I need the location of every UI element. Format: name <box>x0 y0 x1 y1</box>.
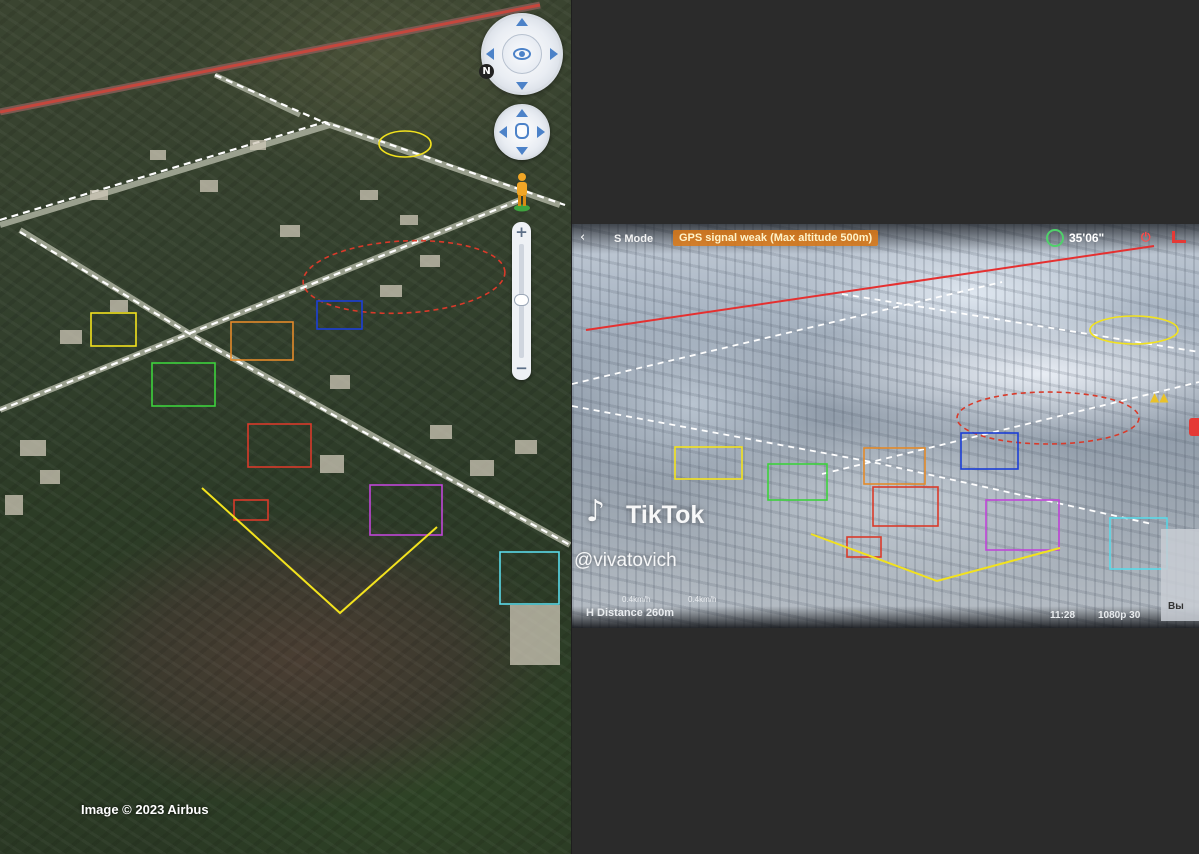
warning-icon: ▲▲ <box>1150 390 1169 404</box>
sat-yellow-box <box>90 312 137 347</box>
move-down-arrow-icon[interactable] <box>516 147 528 155</box>
sat-red-small-box <box>233 499 269 521</box>
tiktok-brand-text: TikTok <box>626 501 705 529</box>
look-right-arrow-icon[interactable] <box>550 48 558 60</box>
sat-red-box <box>247 423 312 468</box>
zoom-slider[interactable]: + − <box>512 222 531 380</box>
drone-dashed-line-mid <box>572 281 1003 385</box>
look-up-arrow-icon[interactable] <box>516 18 528 26</box>
drone-dashed-line-diagonal <box>821 381 1199 475</box>
sat-cyan-box <box>499 551 560 605</box>
drone-annotations <box>674 315 1179 583</box>
move-up-arrow-icon[interactable] <box>516 109 528 117</box>
eye-icon[interactable] <box>502 34 542 74</box>
distance-value: 260m <box>645 607 675 619</box>
tiktok-logo-icon: ♪ <box>586 494 606 529</box>
sat-blue-box <box>316 300 363 330</box>
dashed-line-side <box>214 73 331 127</box>
drone-green-box <box>767 463 828 501</box>
zoom-out-button[interactable]: − <box>513 360 530 377</box>
drone-yellow-box <box>674 446 743 480</box>
side-panel-label: Вы <box>1168 601 1184 612</box>
drone-magenta-box <box>985 499 1060 551</box>
speed-readout-a: 0.4km/h <box>622 595 651 604</box>
move-control[interactable] <box>494 104 550 160</box>
road-cross <box>18 227 571 548</box>
distance-label: Distance <box>597 607 643 619</box>
move-left-arrow-icon[interactable] <box>499 126 507 138</box>
zoom-in-button[interactable]: + <box>513 224 530 241</box>
drone-video-frame[interactable]: ‹ S Mode GPS signal weak (Max altitude 5… <box>572 224 1199 628</box>
tiktok-handle-text: @vivatovich <box>574 550 677 571</box>
drone-red-box <box>872 486 939 527</box>
north-indicator[interactable]: N <box>479 64 494 79</box>
sat-green-box <box>151 362 216 407</box>
drone-red-line <box>585 245 1155 331</box>
red-side-tab[interactable] <box>1189 418 1199 436</box>
satellite-overlay-layer <box>0 1 571 665</box>
move-right-arrow-icon[interactable] <box>537 126 545 138</box>
main-road-red-highlight <box>0 3 541 114</box>
recording-time: 11:28 <box>1050 610 1076 621</box>
sat-magenta-box <box>369 484 443 536</box>
look-down-arrow-icon[interactable] <box>516 82 528 90</box>
video-resolution: 1080p 30 <box>1098 610 1141 621</box>
satellite-image-panel[interactable]: N + − Image © 2023 Airbus <box>0 0 571 854</box>
height-label: H <box>586 607 594 619</box>
street-view-pegman-icon[interactable] <box>512 172 532 212</box>
telemetry-readout: H Distance 260m <box>586 607 674 619</box>
drone-orange-box <box>863 447 926 485</box>
speed-readout-b: 0.4km/h <box>688 595 717 604</box>
road-upper <box>0 121 561 228</box>
zoom-thumb[interactable] <box>514 294 529 306</box>
hand-icon[interactable] <box>515 123 529 139</box>
satellite-annotations <box>90 130 560 615</box>
look-left-arrow-icon[interactable] <box>486 48 494 60</box>
sat-yellow-v-line <box>201 487 438 615</box>
drone-yellow-ellipse <box>1089 315 1179 345</box>
look-around-control[interactable] <box>481 13 563 95</box>
image-attribution: Image © 2023 Airbus <box>81 802 209 817</box>
sat-orange-box <box>230 321 294 361</box>
drone-cyan-box <box>1109 517 1168 570</box>
